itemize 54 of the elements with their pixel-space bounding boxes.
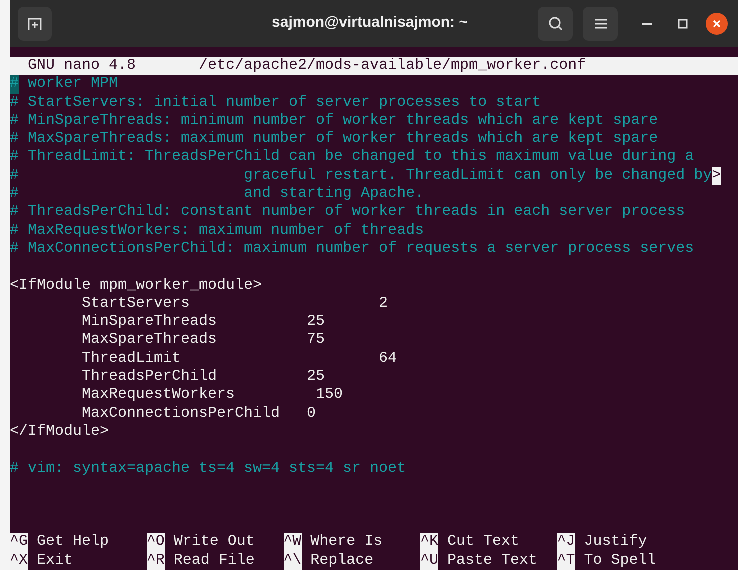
file-path: /etc/apache2/mods-available/mpm_worker.conf xyxy=(199,57,586,76)
comment-line: # graceful restart. ThreadLimit can only be changed by xyxy=(10,166,712,186)
minimize-icon xyxy=(642,22,652,24)
shortcut-key[interactable]: ^U xyxy=(420,552,438,570)
shortcut-key[interactable]: ^T xyxy=(557,552,576,570)
shortcut-label: Paste Text xyxy=(447,552,538,570)
search-icon xyxy=(548,16,564,32)
maximize-icon xyxy=(678,18,688,28)
code-line: ThreadsPerChild 25 xyxy=(81,368,326,386)
menu-icon xyxy=(594,18,608,30)
overflow-marker: > xyxy=(712,166,722,186)
shortcut-label: Where Is xyxy=(310,533,383,552)
menu-button[interactable] xyxy=(583,6,618,40)
comment-line: # MaxSpareThreads: maximum number of worker threads which are kept spare xyxy=(10,130,658,148)
close-icon xyxy=(713,20,721,28)
code-line: ThreadLimit 64 xyxy=(81,350,398,368)
code-line: MaxConnectionsPerChild 0 xyxy=(81,404,316,423)
close-button[interactable] xyxy=(706,12,728,34)
comment-line: # MaxConnectionsPerChild: maximum number of requests a server process serves xyxy=(10,240,694,258)
shortcut-key[interactable]: ^G xyxy=(10,533,28,552)
window-title: sajmon@virtualnisajmon: ~ xyxy=(272,13,468,34)
shortcut-key[interactable]: ^K xyxy=(420,533,438,552)
shortcut-label: Write Out xyxy=(174,533,255,552)
code-line: <IfModule mpm_worker_module> xyxy=(10,276,262,295)
code-line: MaxSpareThreads 75 xyxy=(81,331,326,350)
comment-line: # MinSpareThreads: minimum number of worker threads which are kept spare xyxy=(10,112,658,130)
shortcut-key[interactable]: ^W xyxy=(284,533,302,552)
shortcut-key[interactable]: ^\ xyxy=(284,552,302,570)
nano-version: GNU nano 4.8 xyxy=(28,57,138,76)
comment-line: # ThreadsPerChild: constant number of worker threads in each server process xyxy=(10,203,686,222)
code-line: </IfModule> xyxy=(10,422,110,442)
code-line: MaxRequestWorkers 150 xyxy=(81,386,344,405)
new-tab-button[interactable] xyxy=(18,6,52,40)
comment-line: # MaxRequestWorkers: maximum number of threads xyxy=(10,222,424,240)
shortcut-label: To Spell xyxy=(584,552,656,570)
shortcut-label: Read File xyxy=(174,552,255,570)
shortcut-label: Get Help xyxy=(37,533,110,552)
shortcut-key[interactable]: ^O xyxy=(146,533,165,552)
comment-line: # vim: syntax=apache ts=4 sw=4 sts=4 sr noet xyxy=(10,460,406,478)
shortcut-key[interactable]: ^R xyxy=(146,552,165,570)
shortcut-label: Exit xyxy=(37,552,74,570)
shortcut-key[interactable]: ^J xyxy=(557,533,576,552)
shortcut-label: Justify xyxy=(584,533,648,552)
comment-line: # StartServers: initial number of server processes to start xyxy=(10,94,542,112)
comment-line: # ThreadLimit: ThreadsPerChild can be changed to this maximum value during a xyxy=(10,148,694,167)
shortcut-label: Cut Text xyxy=(447,533,520,552)
code-line: StartServers 2 xyxy=(81,294,388,314)
shortcut-key[interactable]: ^X xyxy=(10,552,28,570)
shortcut-label: Replace xyxy=(310,552,374,570)
code-line: MinSpareThreads 25 xyxy=(81,313,326,332)
new-tab-icon xyxy=(27,16,43,32)
comment-line: # and starting Apache. xyxy=(10,185,424,204)
search-button[interactable] xyxy=(538,6,573,40)
comment-line: # worker MPM xyxy=(10,75,118,94)
